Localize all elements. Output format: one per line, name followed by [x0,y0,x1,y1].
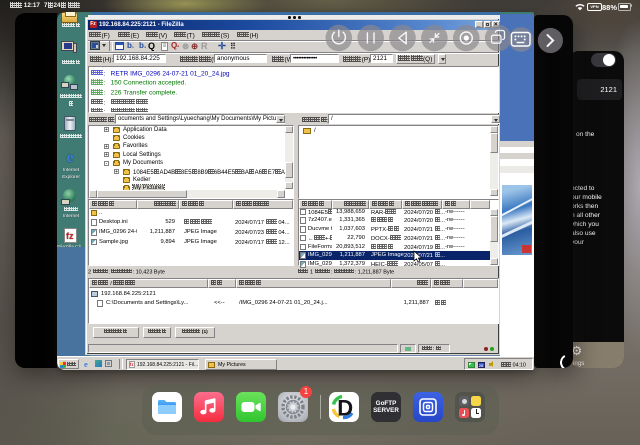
svg-text:D: D [337,396,353,421]
